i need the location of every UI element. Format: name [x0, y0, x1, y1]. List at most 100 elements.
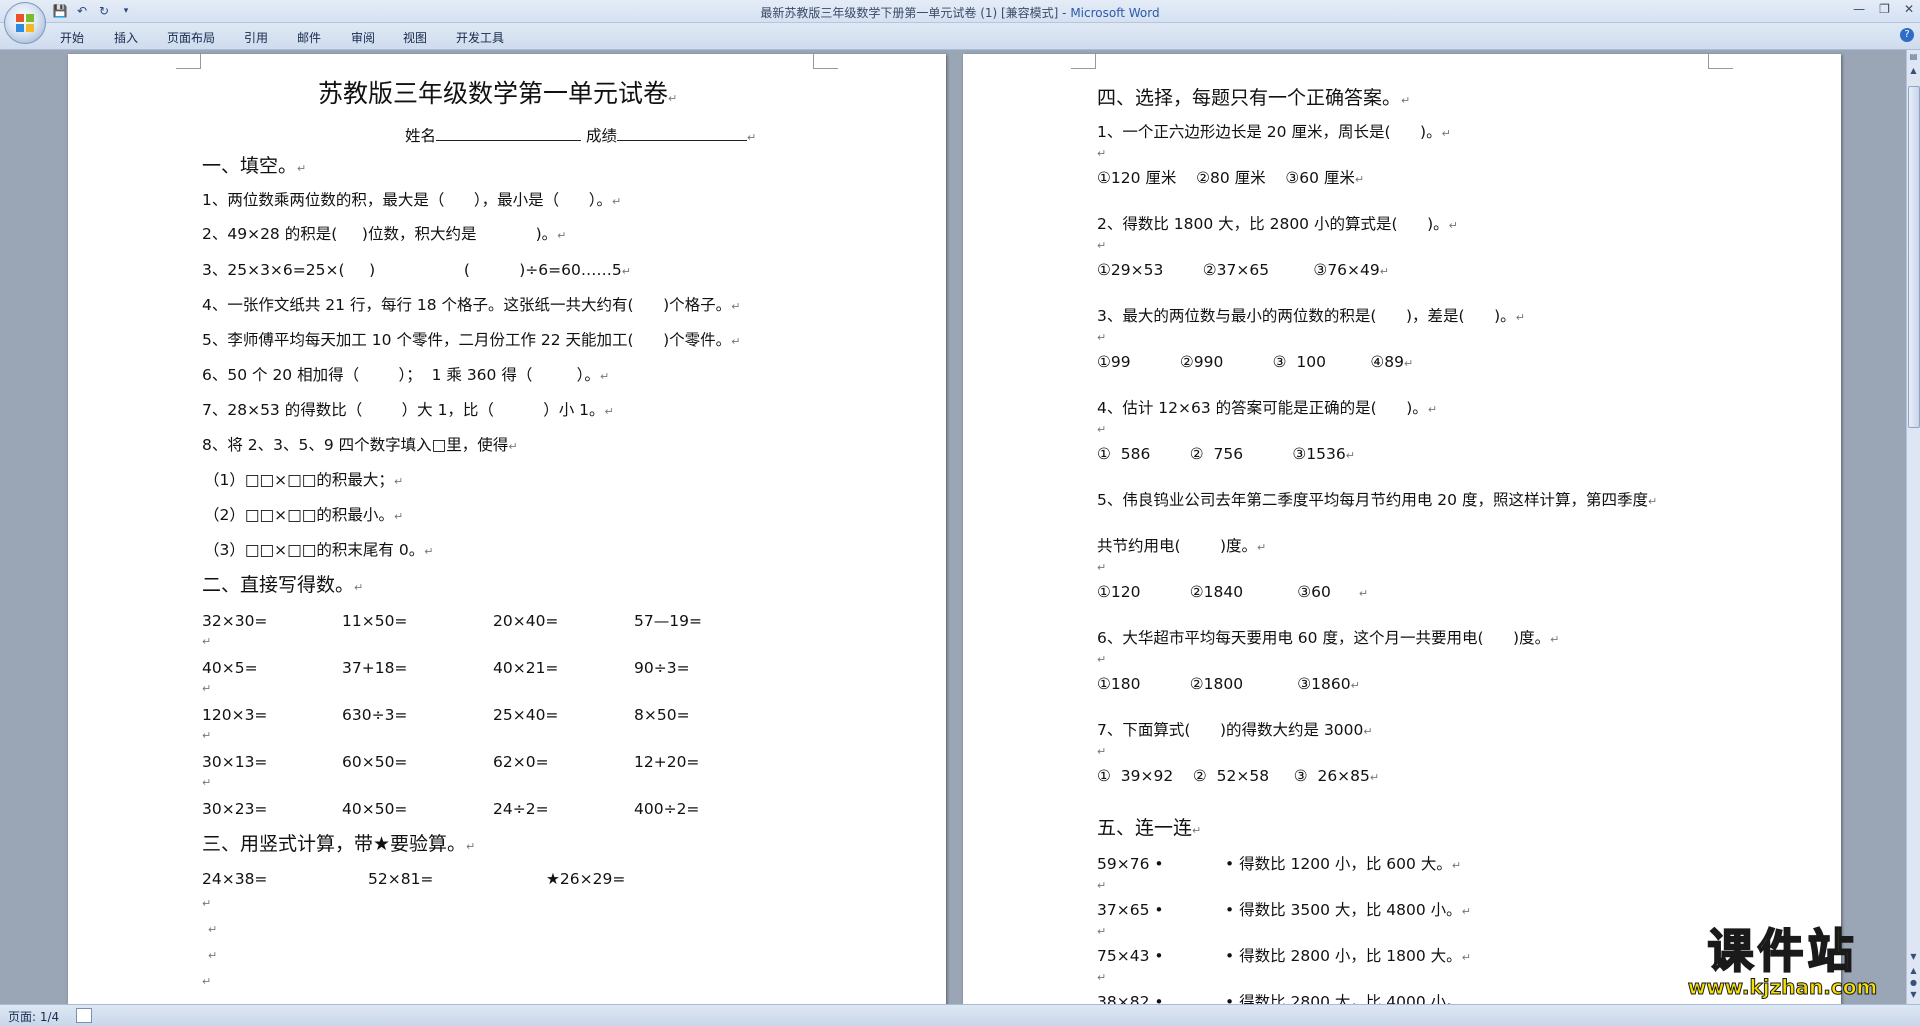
vertical-calc-item: ★26×29= — [546, 870, 626, 888]
calc-item: 37+18= — [342, 659, 408, 677]
scrollbar-thumb[interactable] — [1908, 86, 1920, 428]
choice-question-4: 4、估计 12×63 的答案可能是正确的是( )。↵ — [1097, 399, 1438, 417]
match-row: 38×82 • — [1097, 993, 1164, 1004]
section-3-heading: 三、用竖式计算，带★要验算。↵ — [202, 833, 476, 855]
calc-item: 8×50= — [634, 706, 690, 724]
calc-item: 40×50= — [342, 800, 408, 818]
question-fill-8a: （1）□□×□□的积最大；↵ — [204, 471, 404, 489]
title-bar: 💾 ↶ ↻ ▾ 最新苏教版三年级数学下册第一单元试卷 (1) [兼容模式] - … — [0, 0, 1920, 23]
calc-item: 40×5= — [202, 659, 258, 677]
question-fill-8c: （3）□□×□□的积末尾有 0。↵ — [204, 541, 434, 559]
previous-page-icon[interactable]: ▲ — [1908, 966, 1919, 978]
calc-item: 60×50= — [342, 753, 408, 771]
section-1-heading: 一、填空。↵ — [202, 155, 307, 177]
choice-question-2: 2、得数比 1800 大，比 2800 小的算式是( )。↵ — [1097, 215, 1458, 233]
document-title: 最新苏教版三年级数学下册第一单元试卷 (1) [兼容模式] - — [760, 6, 1071, 20]
vertical-calc-item: 24×38= — [202, 870, 268, 888]
calc-item: 25×40= — [493, 706, 559, 724]
page-indicator[interactable]: 页面: 1/4 — [8, 1008, 59, 1025]
document-page-2[interactable]: 四、选择，每题只有一个正确答案。↵ 1、一个正六边形边长是 20 厘米，周长是(… — [963, 54, 1841, 1004]
calc-item: 12+20= — [634, 753, 700, 771]
document-area[interactable]: 苏教版三年级数学第一单元试卷↵ 姓名 成绩 ↵ 一、填空。↵ 1、两位数乘两位数的… — [0, 50, 1907, 1004]
calc-item: 40×21= — [493, 659, 559, 677]
watermark-logo-text: 课件站 — [1707, 924, 1858, 978]
calc-item: 24÷2= — [493, 800, 549, 818]
match-row: 75×43 • — [1097, 947, 1164, 965]
calc-item: 11×50= — [342, 612, 408, 630]
match-row: • 得数比 2800 大，比 4000 小。 — [1225, 993, 1462, 1004]
match-row: 59×76 • — [1097, 855, 1164, 873]
question-fill-8b: （2）□□×□□的积最小。↵ — [204, 506, 404, 524]
ruler-toggle-icon[interactable]: ▤ — [1908, 52, 1919, 64]
scroll-up-icon[interactable]: ▲ — [1908, 66, 1919, 78]
choice-options-7: ① 39×92 ② 52×58 ③ 26×85↵ — [1097, 767, 1380, 785]
document-title-heading: 苏教版三年级数学第一单元试卷↵ — [318, 79, 678, 108]
question-fill-8: 8、将 2、3、5、9 四个数字填入□里，使得↵ — [202, 436, 518, 454]
watermark-url: www.kjzhan.com — [1687, 975, 1878, 999]
question-fill-4: 4、一张作文纸共 21 行，每行 18 个格子。这张纸一共大约有( )个格子。↵ — [202, 296, 741, 314]
tab-review[interactable]: 审阅 — [351, 29, 375, 46]
scroll-down-icon[interactable]: ▼ — [1908, 952, 1919, 964]
close-icon[interactable]: ✕ — [1904, 2, 1914, 16]
choice-options-5: ①120 ②1840 ③60 ↵ — [1097, 583, 1369, 601]
select-browse-object-icon[interactable]: ● — [1908, 978, 1919, 990]
question-fill-1: 1、两位数乘两位数的积，最大是（ ），最小是（ ）。↵ — [202, 191, 622, 209]
next-page-icon[interactable]: ▼ — [1908, 990, 1919, 1002]
question-fill-2: 2、49×28 的积是( )位数，积大约是 )。↵ — [202, 225, 567, 243]
match-row: • 得数比 2800 小，比 1800 大。↵ — [1225, 947, 1471, 965]
tab-references[interactable]: 引用 — [244, 29, 268, 46]
calc-item: 120×3= — [202, 706, 268, 724]
choice-question-5-cont: 共节约用电( )度。↵ — [1097, 537, 1267, 555]
calc-item: 62×0= — [493, 753, 549, 771]
calc-item: 57—19= — [634, 612, 702, 630]
section-5-heading: 五、连一连↵ — [1097, 817, 1202, 839]
status-bar: 页面: 1/4 — [0, 1004, 1920, 1026]
office-logo-icon — [16, 14, 34, 32]
restore-icon[interactable]: ❐ — [1879, 2, 1890, 16]
tab-developer[interactable]: 开发工具 — [456, 29, 504, 46]
choice-options-6: ①180 ②1800 ③1860↵ — [1097, 675, 1360, 693]
calc-item: 32×30= — [202, 612, 268, 630]
choice-options-2: ①29×53 ②37×65 ③76×49↵ — [1097, 261, 1389, 279]
vertical-calc-item: 52×81= — [368, 870, 434, 888]
calc-item: 20×40= — [493, 612, 559, 630]
choice-options-4: ① 586 ② 756 ③1536↵ — [1097, 445, 1355, 463]
vertical-scrollbar[interactable]: ▤ ▲ ▼ ▲ ● ▼ — [1906, 50, 1920, 1004]
proofing-icon[interactable] — [76, 1008, 92, 1023]
tab-mailings[interactable]: 邮件 — [297, 29, 321, 46]
document-page-1[interactable]: 苏教版三年级数学第一单元试卷↵ 姓名 成绩 ↵ 一、填空。↵ 1、两位数乘两位数的… — [68, 54, 946, 1004]
choice-question-7: 7、下面算式( )的得数大约是 3000↵ — [1097, 721, 1373, 739]
calc-item: 630÷3= — [342, 706, 408, 724]
match-row: • 得数比 1200 小，比 600 大。↵ — [1225, 855, 1462, 873]
help-icon[interactable]: ? — [1900, 28, 1914, 42]
question-fill-6: 6、50 个 20 相加得（ ）； 1 乘 360 得（ ）。↵ — [202, 366, 610, 384]
site-watermark: 课件站 www.kjzhan.com — [1660, 924, 1905, 1005]
question-fill-5: 5、李师傅平均每天加工 10 个零件，二月份工作 22 天能加工( )个零件。↵ — [202, 331, 741, 349]
question-fill-7: 7、28×53 的得数比（ ）大 1，比（ ）小 1。↵ — [202, 401, 614, 419]
choice-options-3: ①99 ②990 ③ 100 ④89↵ — [1097, 353, 1414, 371]
app-name: Microsoft Word — [1070, 6, 1160, 20]
window-title: 最新苏教版三年级数学下册第一单元试卷 (1) [兼容模式] - Microsof… — [0, 4, 1920, 21]
choice-question-5: 5、伟良钨业公司去年第二季度平均每月节约用电 20 度，照这样计算，第四季度↵ — [1097, 491, 1658, 509]
office-button[interactable] — [4, 2, 46, 44]
ribbon-tab-bar: 开始 插入 页面布局 引用 邮件 审阅 视图 开发工具 ? — [0, 23, 1920, 50]
name-score-line: 姓名 成绩 ↵ — [405, 122, 756, 148]
calc-item: 30×13= — [202, 753, 268, 771]
window-controls: — ❐ ✕ — [1853, 2, 1914, 16]
choice-options-1: ①120 厘米 ②80 厘米 ③60 厘米↵ — [1097, 169, 1365, 187]
minimize-icon[interactable]: — — [1853, 2, 1865, 16]
choice-question-3: 3、最大的两位数与最小的两位数的积是( )，差是( )。↵ — [1097, 307, 1525, 325]
choice-question-6: 6、大华超市平均每天要用电 60 度，这个月一共要用电( )度。↵ — [1097, 629, 1560, 647]
tab-page-layout[interactable]: 页面布局 — [167, 29, 215, 46]
calc-item: 30×23= — [202, 800, 268, 818]
match-row: • 得数比 3500 大，比 4800 小。↵ — [1225, 901, 1471, 919]
tab-insert[interactable]: 插入 — [114, 29, 138, 46]
tab-home[interactable]: 开始 — [60, 29, 84, 46]
calc-item: 90÷3= — [634, 659, 690, 677]
tab-view[interactable]: 视图 — [403, 29, 427, 46]
calc-item: 400÷2= — [634, 800, 700, 818]
section-4-heading: 四、选择，每题只有一个正确答案。↵ — [1097, 87, 1411, 109]
choice-question-1: 1、一个正六边形边长是 20 厘米，周长是( )。↵ — [1097, 123, 1451, 141]
question-fill-3: 3、25×3×6=25×( ) ( )÷6=60……5↵ — [202, 261, 631, 279]
section-2-heading: 二、直接写得数。↵ — [202, 574, 364, 596]
